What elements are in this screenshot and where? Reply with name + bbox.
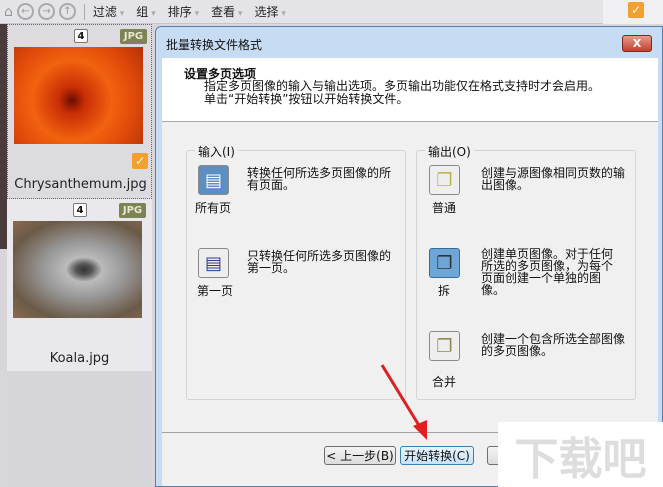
divider <box>83 3 85 20</box>
selected-check-icon[interactable]: ✓ <box>132 153 148 169</box>
back-button[interactable]: < 上一步(B) <box>324 446 396 465</box>
page-count-badge: 4 <box>74 29 88 43</box>
toolbar: ⌂ ← → ↑ 过滤 组 排序 查看 选择 <box>0 0 663 24</box>
koala-thumbnail <box>13 221 142 318</box>
option-label: 拆 <box>437 284 450 298</box>
right-panel: ✓ <box>603 0 663 24</box>
background-strip <box>0 24 7 249</box>
option-description: 创建与源图像相同页数的输出图像。 <box>481 166 626 192</box>
up-icon[interactable]: ↑ <box>58 3 76 20</box>
file-name: Koala.jpg <box>49 351 110 366</box>
normal-output-icon[interactable]: ❐ <box>429 165 460 195</box>
merge-output-icon[interactable]: ❐ <box>429 331 460 361</box>
chrysanthemum-thumbnail <box>14 47 143 144</box>
option-label: 第一页 <box>196 284 233 298</box>
back-icon[interactable]: ← <box>16 3 34 20</box>
first-page-icon[interactable]: ▤ <box>198 248 229 278</box>
all-pages-icon[interactable]: ▤ <box>198 165 229 195</box>
option-label: 所有页 <box>194 201 231 215</box>
format-badge: JPG <box>120 29 147 44</box>
file-tile[interactable]: 4 JPG ✓ Chrysanthemum.jpg <box>7 24 152 199</box>
output-legend: 输出(O) <box>425 143 474 160</box>
watermark-text: 下载吧 <box>514 433 647 485</box>
file-name: Chrysanthemum.jpg <box>14 177 147 192</box>
watermark-logo: 下载吧 <box>498 422 663 487</box>
option-label: 普通 <box>431 201 456 215</box>
option-description: 创建单页图像。对于任何所选的多页图像，为每个页面创建一个单独的图像。 <box>481 247 614 297</box>
menu-group[interactable]: 组 <box>136 3 155 20</box>
dialog-header: 设置多页选项 指定多页图像的输入与输出选项。多页输出功能仅在格式支持时才会启用。… <box>162 58 658 122</box>
option-description: 创建一个包含所选全部图像的多页图像。 <box>481 332 626 358</box>
home-icon[interactable]: ⌂ <box>4 4 13 20</box>
menu-filter[interactable]: 过滤 <box>93 3 124 20</box>
page-description: 指定多页图像的输入与输出选项。多页输出功能仅在格式支持时才会启用。单击“开始转换… <box>204 79 601 106</box>
split-output-icon[interactable]: ❐ <box>429 248 460 278</box>
menu-select[interactable]: 选择 <box>255 3 286 20</box>
thumbnail-panel: 4 JPG ✓ Chrysanthemum.jpg 4 JPG Koala.jp… <box>7 24 152 487</box>
checkbox-icon[interactable]: ✓ <box>628 2 644 18</box>
format-badge: JPG <box>119 203 146 218</box>
red-arrow-annotation <box>380 364 427 440</box>
forward-icon[interactable]: → <box>37 3 55 20</box>
dialog-title: 批量转换文件格式 <box>166 38 263 52</box>
start-convert-button[interactable]: 开始转换(C) <box>400 446 474 465</box>
option-description: 转换任何所选多页图像的所有页面。 <box>247 166 392 192</box>
output-group: 输出(O) ❐ 普通 创建与源图像相同页数的输出图像。 ❐ 拆 创建单页图像。对… <box>416 143 636 400</box>
menu-sort[interactable]: 排序 <box>168 3 199 20</box>
input-group: 输入(I) ▤ 所有页 转换任何所选多页图像的所有页面。 ▤ 第一页 只转换任何… <box>186 143 406 400</box>
page-count-badge: 4 <box>73 203 87 217</box>
input-legend: 输入(I) <box>195 143 238 160</box>
close-button[interactable]: X <box>622 35 652 52</box>
option-description: 只转换任何所选多页图像的第一页。 <box>247 249 392 275</box>
menu-view[interactable]: 查看 <box>211 3 242 20</box>
file-tile[interactable]: 4 JPG Koala.jpg <box>7 199 152 371</box>
